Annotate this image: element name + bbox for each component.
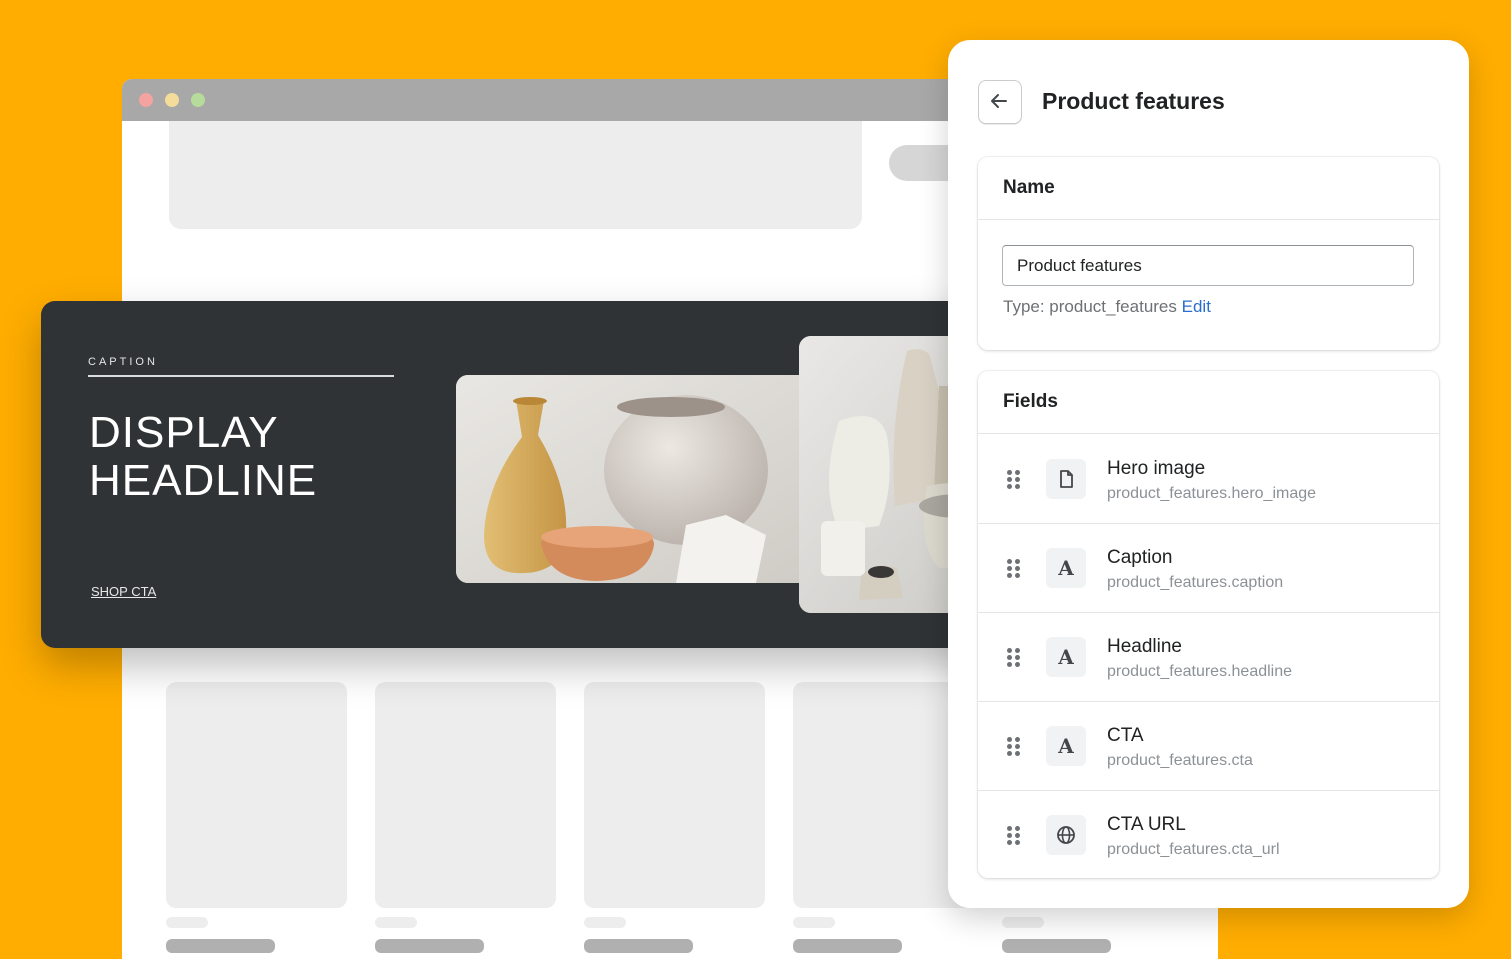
field-row-cta[interactable]: A CTA product_features.cta (978, 701, 1439, 791)
placeholder-banner (169, 121, 862, 229)
placeholder-product-card (793, 682, 974, 908)
name-section: Name Type: product_features Edit (978, 157, 1439, 350)
name-section-header: Name (978, 157, 1439, 220)
field-key: product_features.cta_url (1107, 841, 1280, 858)
fields-section-header: Fields (978, 371, 1439, 434)
placeholder-price (584, 939, 693, 953)
edit-type-link[interactable]: Edit (1182, 297, 1211, 316)
hero-cta-link[interactable]: SHOP CTA (91, 584, 156, 599)
product-features-panel: Product features Name Type: product_feat… (948, 40, 1469, 908)
hero-divider (88, 375, 394, 377)
field-row-caption[interactable]: A Caption product_features.caption (978, 523, 1439, 613)
text-icon: A (1046, 726, 1086, 766)
drag-handle-icon[interactable] (1007, 648, 1021, 668)
field-name: CTA URL (1107, 814, 1186, 835)
hero-headline: DISPLAY HEADLINE (89, 409, 317, 505)
fields-section-heading: Fields (1003, 391, 1058, 412)
page-title: Product features (1042, 88, 1225, 114)
hero-section: CAPTION DISPLAY HEADLINE SHOP CTA (41, 301, 1021, 648)
type-line: Type: product_features Edit (1003, 297, 1211, 317)
placeholder-text (584, 917, 626, 928)
placeholder-text (166, 917, 208, 928)
placeholder-text (375, 917, 417, 928)
text-icon: A (1046, 548, 1086, 588)
field-row-hero-image[interactable]: Hero image product_features.hero_image (978, 434, 1439, 524)
placeholder-text (1002, 917, 1044, 928)
field-name: Hero image (1107, 458, 1206, 479)
fields-section: Fields Hero image product_features.hero_… (978, 371, 1439, 878)
placeholder-product-card (166, 682, 347, 908)
close-window-dot[interactable] (139, 93, 153, 107)
field-name: Caption (1107, 547, 1173, 568)
name-section-heading: Name (1003, 177, 1055, 198)
globe-icon (1046, 815, 1086, 855)
placeholder-price (793, 939, 902, 953)
hero-caption: CAPTION (88, 356, 158, 368)
placeholder-price (1002, 939, 1111, 953)
text-icon: A (1046, 637, 1086, 677)
type-label: Type: product_features (1003, 297, 1177, 316)
field-name: Headline (1107, 636, 1182, 657)
placeholder-text (793, 917, 835, 928)
minimize-window-dot[interactable] (165, 93, 179, 107)
drag-handle-icon[interactable] (1007, 737, 1021, 757)
field-key: product_features.hero_image (1107, 485, 1317, 502)
field-key: product_features.caption (1107, 574, 1284, 591)
hero-headline-line: DISPLAY (89, 408, 279, 457)
maximize-window-dot[interactable] (191, 93, 205, 107)
hero-image-vases (456, 375, 816, 583)
field-row-headline[interactable]: A Headline product_features.headline (978, 612, 1439, 702)
placeholder-product-card (375, 682, 556, 908)
placeholder-product-card (584, 682, 765, 908)
drag-handle-icon[interactable] (1007, 470, 1021, 490)
field-name: CTA (1107, 725, 1144, 746)
field-key: product_features.headline (1107, 663, 1293, 680)
placeholder-price (166, 939, 275, 953)
file-icon (1046, 459, 1086, 499)
hero-headline-line: HEADLINE (89, 456, 318, 505)
drag-handle-icon[interactable] (1007, 826, 1021, 846)
field-row-cta-url[interactable]: CTA URL product_features.cta_url (978, 790, 1439, 879)
field-key: product_features.cta (1107, 752, 1253, 769)
arrow-left-icon (991, 94, 1007, 108)
back-button[interactable] (978, 80, 1022, 124)
drag-handle-icon[interactable] (1007, 559, 1021, 579)
name-input[interactable] (1002, 245, 1414, 286)
placeholder-price (375, 939, 484, 953)
